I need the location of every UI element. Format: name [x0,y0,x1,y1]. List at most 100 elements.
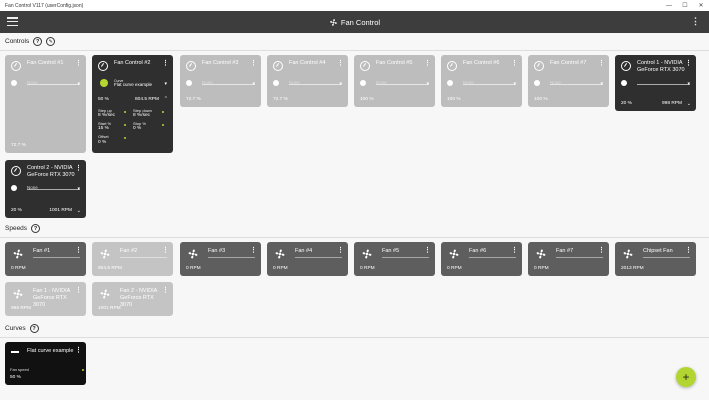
control-card[interactable]: Fan Control #6 ⋮ None ▾ 100 % [441,55,522,107]
dropdown-icon[interactable]: ▾ [339,81,342,87]
more-vert-icon[interactable]: ⋮ [685,59,692,67]
start[interactable]: 15 % [98,126,109,131]
speed-card[interactable]: Fan #6 ⋮ 0 RPM [441,242,522,276]
enable-toggle[interactable] [273,80,279,86]
offset[interactable]: 0 % [98,140,106,145]
status-dot [162,111,164,113]
enable-toggle[interactable] [360,80,366,86]
speed-card[interactable]: Fan #2 ⋮ 804.5 RPM [92,242,173,276]
speed-card[interactable]: Fan #3 ⋮ 0 RPM [180,242,261,276]
speed-name: Fan #6 [469,248,487,254]
speed-name: Fan #4 [295,248,313,254]
more-vert-icon[interactable]: ⋮ [162,286,169,294]
enable-toggle[interactable] [11,80,17,86]
more-vert-icon[interactable]: ⋮ [511,59,518,67]
chevron-down-icon[interactable]: ⌄ [77,208,81,214]
curve-select[interactable]: None [27,80,38,85]
enable-toggle[interactable] [447,80,453,86]
control-name: Fan Control #7 [550,60,587,66]
dropdown-icon[interactable]: ▾ [600,81,603,87]
more-vert-icon[interactable]: ⋮ [162,246,169,254]
dropdown-icon[interactable]: ▾ [513,81,516,87]
control-card[interactable]: Fan Control #2 ⋮ Curve Flat curve example ▾ 5… [92,55,173,153]
enable-toggle[interactable] [11,185,17,191]
speed-card[interactable]: Fan #7 ⋮ 0 RPM [528,242,609,276]
window-title: Fan Control V117 (userConfig.json) [5,2,84,9]
more-vert-icon[interactable]: ⋮ [250,59,257,67]
stop[interactable]: 0 % [133,126,141,131]
control-percent: 20 % [621,101,632,106]
speed-rpm: 0 RPM [11,266,26,271]
curve-select[interactable]: Flat curve example [114,82,152,87]
step-up[interactable]: 8 %/sec [98,113,115,118]
dropdown-icon[interactable]: ▾ [426,81,429,87]
control-card[interactable]: Control 1 - NVIDIA GeForce RTX 3070 ⋮ ▾ 20 … [615,55,696,111]
more-vert-icon[interactable]: ⋮ [598,59,605,67]
dropdown-icon[interactable]: ▾ [77,81,80,87]
add-button[interactable]: + [676,367,696,387]
more-vert-icon[interactable]: ⋮ [75,59,82,67]
speed-rpm: 0 RPM [534,266,549,271]
more-vert-icon[interactable]: ⋮ [424,246,431,254]
help-icon[interactable]: ? [29,324,39,333]
maximize-button[interactable]: ☐ [677,0,693,11]
more-vert-icon[interactable]: ⋮ [511,246,518,254]
more-vert-icon[interactable]: ⋮ [598,246,605,254]
more-vert-icon[interactable]: ⋮ [162,59,169,67]
control-name: Control 2 - NVIDIA GeForce RTX 3070 [27,165,75,178]
control-card[interactable]: Control 2 - NVIDIA GeForce RTX 3070 ⋮ None… [5,160,86,218]
more-vert-icon[interactable]: ⋮ [75,246,82,254]
enable-toggle[interactable] [534,80,540,86]
dropdown-icon[interactable]: ▾ [164,81,167,87]
control-name: Fan Control #5 [376,60,413,66]
control-card[interactable]: Fan Control #4 ⋮ None ▾ 72.7 % [267,55,348,107]
speed-rpm: 0 RPM [447,266,462,271]
minimize-button[interactable]: — [661,0,677,11]
curve-card[interactable]: Flat curve example ⋮ Fan speed 50 % [5,342,86,385]
speed-card[interactable]: Fan 1 - NVIDIA GeForce RTX 3070 ⋮ 998 RPM [5,282,86,316]
curve-select[interactable]: None [550,80,561,85]
curve-select[interactable]: None [376,80,387,85]
speed-name: Chipset Fan [643,248,673,254]
help-icon[interactable]: ? [33,37,43,46]
speed-card[interactable]: Fan #5 ⋮ 0 RPM [354,242,435,276]
dropdown-icon[interactable]: ▾ [77,186,80,192]
curve-select[interactable]: None [202,80,213,85]
curve-name: Flat curve example [27,348,74,354]
speed-card[interactable]: Fan 2 - NVIDIA GeForce RTX 3070 ⋮ 1001 RPM [92,282,173,316]
step-down[interactable]: 8 %/sec [133,113,150,118]
more-vert-icon[interactable]: ⋮ [250,246,257,254]
curve-select[interactable]: None [289,80,300,85]
speed-card[interactable]: Fan #1 ⋮ 0 RPM [5,242,86,276]
curve-select[interactable]: None [27,185,38,190]
control-card[interactable]: Fan Control #3 ⋮ None ▾ 72.7 % [180,55,261,107]
speed-rpm: 804.5 RPM [98,266,122,271]
speed-name: Fan #1 [33,248,51,254]
control-card[interactable]: Fan Control #5 ⋮ None ▾ 100 % [354,55,435,107]
more-vert-icon[interactable]: ⋮ [75,164,82,172]
chevron-down-icon[interactable]: ⌄ [687,101,691,107]
enable-toggle[interactable] [100,79,108,87]
curve-select[interactable]: None [463,80,474,85]
speed-card[interactable]: Chipset Fan ⋮ 2013 RPM [615,242,696,276]
more-vert-icon[interactable]: ⋮ [337,59,344,67]
help-icon[interactable]: ? [31,224,41,233]
speed-card[interactable]: Fan #4 ⋮ 0 RPM [267,242,348,276]
more-vert-icon[interactable]: ⋮ [685,246,692,254]
enable-toggle[interactable] [186,80,192,86]
more-vert-icon[interactable]: ⋮ [75,346,82,354]
chevron-up-icon[interactable]: ⌃ [164,96,168,102]
more-vert-icon[interactable]: ⋮ [337,246,344,254]
control-card[interactable]: Fan Control #1 ⋮ None ▾ 72.7 % [5,55,86,153]
gauge-icon [186,61,196,71]
enable-toggle[interactable] [621,80,627,86]
control-card[interactable]: Fan Control #7 ⋮ None ▾ 100 % [528,55,609,107]
close-button[interactable]: ✕ [693,0,709,11]
more-vert-icon[interactable]: ⋮ [424,59,431,67]
dropdown-icon[interactable]: ▾ [687,81,690,87]
status-dot [124,137,126,139]
more-vert-icon[interactable]: ⋮ [75,286,82,294]
more-vert-icon[interactable]: ⋮ [691,16,700,27]
dropdown-icon[interactable]: ▾ [252,81,255,87]
tool-icon[interactable]: ✎ [46,37,56,46]
